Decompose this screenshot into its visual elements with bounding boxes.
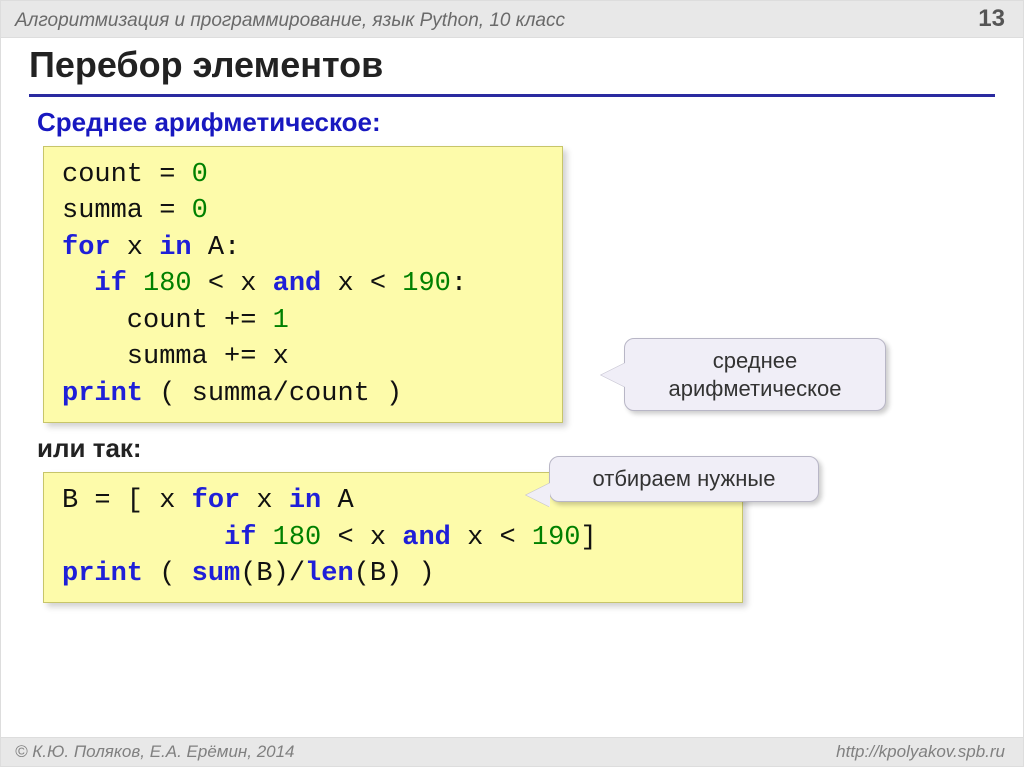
slide: Алгоритмизация и программирование, язык …	[0, 0, 1024, 767]
code-text: x <	[321, 269, 402, 299]
page-title: Перебор элементов	[29, 44, 995, 97]
code-text: x	[240, 486, 289, 516]
code-text: (	[143, 559, 192, 589]
code-text: (B)/	[240, 559, 305, 589]
code-keyword: for	[62, 233, 111, 263]
code-text	[256, 523, 272, 553]
code-text: =	[143, 196, 192, 226]
code-number: 190	[402, 269, 451, 299]
code-keyword: len	[305, 559, 354, 589]
code-text	[127, 269, 143, 299]
code-text: =	[143, 160, 192, 190]
callout-tail-icon	[601, 363, 625, 387]
callout-filter: отбираем нужные	[549, 456, 819, 502]
code-text: summa	[62, 196, 143, 226]
code-number: 1	[273, 306, 289, 336]
callout-mean: среднее арифметическое	[624, 338, 886, 411]
code-keyword: print	[62, 379, 143, 409]
code-number: 180	[143, 269, 192, 299]
code-text: summa += x	[62, 342, 289, 372]
code-keyword: print	[62, 559, 143, 589]
code-number: 190	[532, 523, 581, 553]
footer-copyright: © К.Ю. Поляков, Е.А. Ерёмин, 2014	[15, 742, 295, 762]
page-number: 13	[978, 5, 1005, 33]
footer: © К.Ю. Поляков, Е.А. Ерёмин, 2014 http:/…	[1, 737, 1023, 766]
callout-text: отбираем нужные	[593, 466, 776, 491]
code-text: A	[321, 486, 353, 516]
code-text: < x	[321, 523, 402, 553]
or-label: или так:	[37, 433, 995, 464]
code-block-1: count = 0 summa = 0 for x in A: if 180 <…	[43, 146, 563, 423]
code-text	[62, 269, 94, 299]
topbar: Алгоритмизация и программирование, язык …	[1, 1, 1023, 38]
callout-line: арифметическое	[643, 375, 867, 403]
code-keyword: in	[289, 486, 321, 516]
callout-tail-icon	[526, 483, 550, 507]
content-area: Перебор элементов Среднее арифметическое…	[1, 38, 1023, 603]
code-keyword: sum	[192, 559, 241, 589]
code-keyword: if	[94, 269, 126, 299]
code-keyword: and	[273, 269, 322, 299]
code-number: 0	[192, 196, 208, 226]
code-keyword: for	[192, 486, 241, 516]
code-text: A:	[192, 233, 241, 263]
code-text: x <	[451, 523, 532, 553]
code-number: 0	[192, 160, 208, 190]
code-text: (B) )	[354, 559, 435, 589]
code-text	[62, 523, 224, 553]
code-text: B = [ x	[62, 486, 192, 516]
code-text: ]	[581, 523, 597, 553]
callout-line: среднее	[643, 347, 867, 375]
code-text: count +=	[62, 306, 273, 336]
code-keyword: if	[224, 523, 256, 553]
code-number: 180	[273, 523, 322, 553]
code-keyword: and	[402, 523, 451, 553]
code-keyword: in	[159, 233, 191, 263]
code-text: ( summa/count )	[143, 379, 402, 409]
code-text: < x	[192, 269, 273, 299]
section-label-mean: Среднее арифметическое:	[37, 107, 995, 138]
code-text: count	[62, 160, 143, 190]
code-text: :	[451, 269, 467, 299]
code-text: x	[111, 233, 160, 263]
footer-url: http://kpolyakov.spb.ru	[836, 742, 1005, 762]
topbar-title: Алгоритмизация и программирование, язык …	[15, 10, 565, 32]
